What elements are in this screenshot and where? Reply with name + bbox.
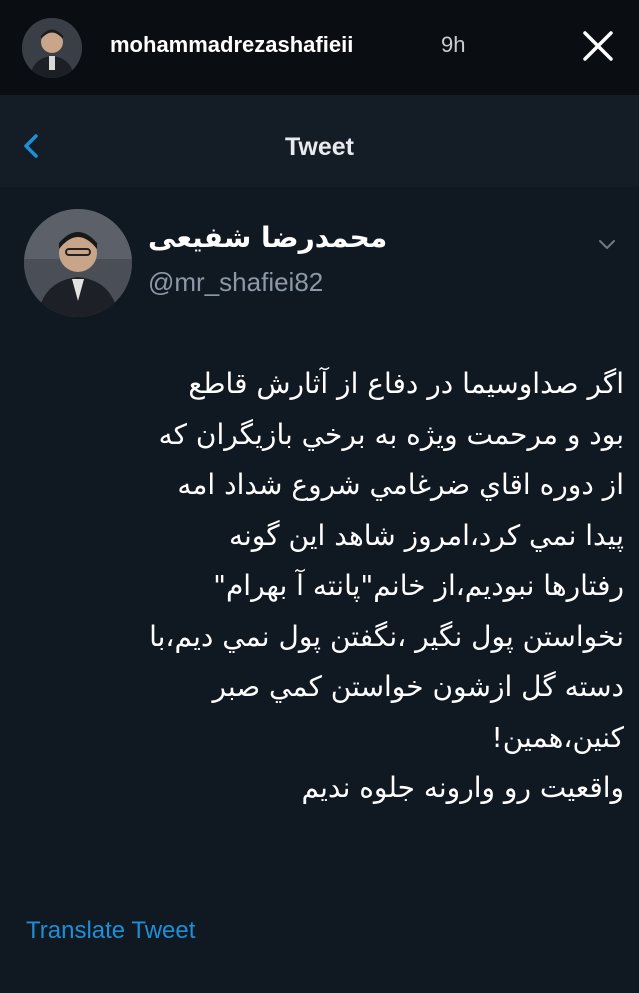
tweet-text-line: از دوره اقاي ضرغامي شروع شداد امه bbox=[177, 468, 624, 501]
tweet-text-line: دسته گل ازشون خواستن كمي صبر bbox=[212, 670, 624, 703]
story-header: mohammadrezashafieii 9h bbox=[0, 0, 639, 95]
nav-bar: Tweet bbox=[0, 95, 639, 187]
translate-tweet-link[interactable]: Translate Tweet bbox=[26, 917, 195, 945]
tweet-text: اگر صداوسيما در دفاع از آثارش قاطع بود و… bbox=[26, 359, 624, 814]
avatar-photo-icon bbox=[22, 18, 82, 78]
user-handle[interactable]: @mr_shafiei82 bbox=[148, 267, 323, 298]
avatar[interactable] bbox=[24, 209, 132, 317]
avatar-photo-icon bbox=[24, 209, 132, 317]
tweet-text-line: رفتارها نبوديم،از خانم"پانته آ بهرام" bbox=[213, 569, 624, 602]
display-name[interactable]: محمدرضا شفیعی bbox=[148, 221, 387, 254]
tweet-card: محمدرضا شفیعی @mr_shafiei82 اگر صداوسيما… bbox=[0, 187, 639, 993]
tweet-text-line: بود و مرحمت ويژه به برخي بازيگران كه bbox=[158, 417, 624, 451]
tweet-text-line: پيدا نمي كرد،امروز شاهد اين گونه bbox=[228, 518, 624, 552]
story-timestamp: 9h bbox=[441, 32, 466, 57]
story-username[interactable]: mohammadrezashafieii bbox=[110, 32, 353, 58]
close-icon[interactable] bbox=[580, 28, 616, 64]
tweet-text-line: كنين،همين! bbox=[491, 720, 624, 754]
tweet-text-line: واقعيت رو وارونه جلوه نديم bbox=[301, 771, 624, 804]
chevron-down-icon[interactable] bbox=[598, 239, 616, 251]
tweet-text-line: اگر صداوسيما در دفاع از آثارش قاطع bbox=[188, 367, 624, 400]
page-title: Tweet bbox=[285, 133, 354, 161]
story-avatar[interactable] bbox=[22, 18, 82, 78]
tweet-text-line: نخواستن پول نگير ،نگفتن پول نمي ديم،با bbox=[149, 619, 624, 653]
